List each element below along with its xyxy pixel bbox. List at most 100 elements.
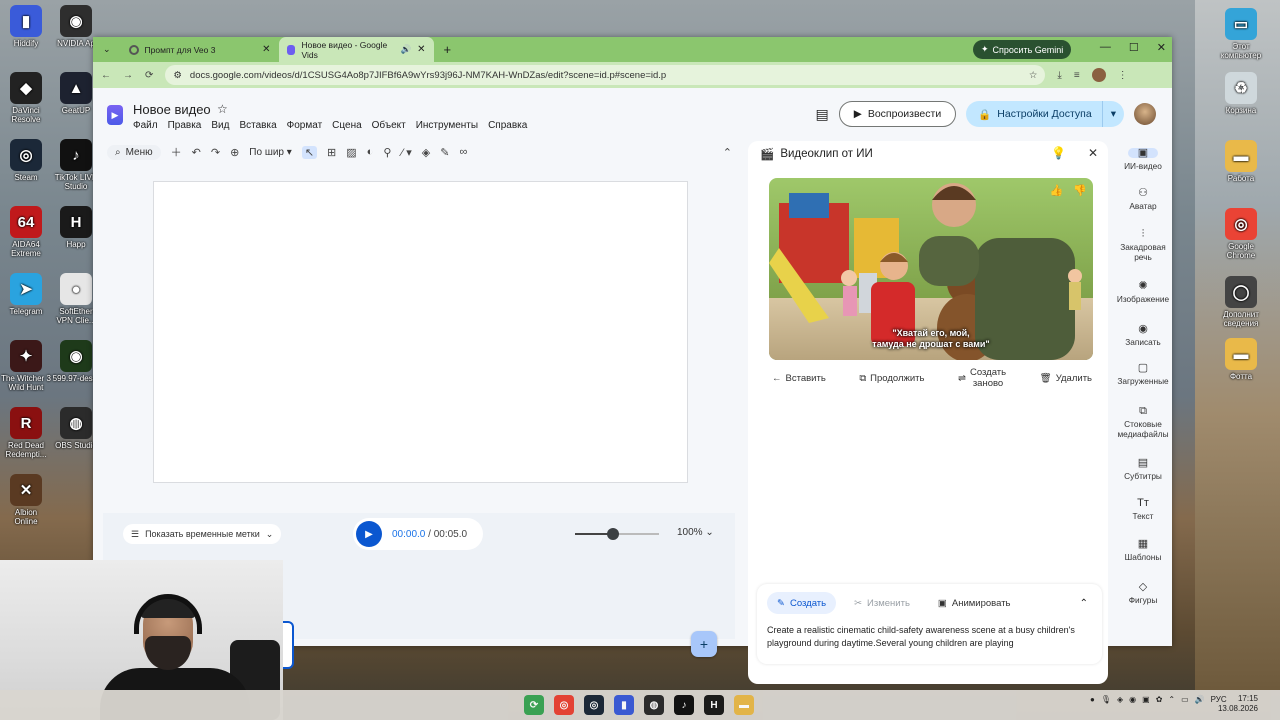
tray-app-icon[interactable]: ✿ xyxy=(1156,695,1163,704)
thumbs-down-icon[interactable]: 👎 xyxy=(1073,184,1087,197)
taskbar-refresh-icon[interactable]: ⟳ xyxy=(524,695,544,715)
menu-item[interactable]: Справка xyxy=(488,120,527,131)
slide-canvas[interactable] xyxy=(153,181,688,483)
show-timestamps-button[interactable]: ☰ Показать временные метки ⌄ xyxy=(123,524,282,544)
new-tab-icon[interactable]: + xyxy=(434,42,462,57)
regenerate-button[interactable]: ⇌ Создать заново xyxy=(958,367,1006,389)
document-title[interactable]: Новое видео xyxy=(133,102,211,117)
select-tool-icon[interactable]: ↖ xyxy=(301,145,318,159)
rail-item[interactable]: ⫶ Закадровая речь xyxy=(1108,229,1178,263)
ask-gemini-button[interactable]: ✦ Спросить Gemini xyxy=(973,40,1072,59)
taskbar-explorer-icon[interactable]: ▬ xyxy=(734,695,754,715)
tray-app-icon[interactable]: ◈ xyxy=(1117,695,1123,704)
desktop-shortcut[interactable]: ◯ Дополнит сведения xyxy=(1210,276,1272,328)
undo-icon[interactable]: ↶ xyxy=(192,146,201,159)
forward-icon[interactable]: → xyxy=(123,70,133,81)
rail-item[interactable]: ▦ Шаблоны xyxy=(1108,539,1178,563)
minimize-icon[interactable]: — xyxy=(1100,41,1111,54)
redo-icon[interactable]: ↷ xyxy=(211,146,220,159)
share-dropdown-icon[interactable]: ▾ xyxy=(1103,108,1124,120)
rail-item[interactable]: Tт Текст xyxy=(1108,498,1178,522)
media-control-icon[interactable]: ≡ xyxy=(1074,70,1080,81)
tab-animate[interactable]: ▣ Анимировать xyxy=(928,592,1021,614)
menu-item[interactable]: Инструменты xyxy=(416,120,478,131)
bookmark-star-icon[interactable]: ☆ xyxy=(1029,70,1038,81)
avatar[interactable] xyxy=(1134,103,1156,125)
url-bar[interactable]: ⚙ docs.google.com/videos/d/1CSUSG4Ao8p7J… xyxy=(165,65,1046,85)
menu-item[interactable]: Вид xyxy=(211,120,229,131)
star-icon[interactable]: ☆ xyxy=(217,102,228,116)
rail-item[interactable]: ◇ Фигуры xyxy=(1108,582,1178,606)
rail-item[interactable]: ◉ Записать xyxy=(1108,324,1178,348)
comments-icon[interactable]: ▤ xyxy=(816,106,829,123)
tray-app-icon[interactable]: ◉ xyxy=(1129,695,1136,704)
rail-item[interactable]: ✺ Изображение xyxy=(1108,281,1178,305)
slider-knob[interactable] xyxy=(607,528,619,540)
collapse-prompt-icon[interactable]: ⌃ xyxy=(1080,598,1088,609)
zoom-select[interactable]: 100% ⌄ xyxy=(677,527,714,538)
insert-button[interactable]: ← Вставить xyxy=(772,373,826,384)
border-color-icon[interactable]: ✎ xyxy=(440,146,449,159)
fill-color-icon[interactable]: ◈ xyxy=(422,146,430,159)
network-icon[interactable]: ▭ xyxy=(1181,695,1189,704)
menu-item[interactable]: Объект xyxy=(372,120,406,131)
timeline-play-button[interactable]: ▶ xyxy=(356,521,382,547)
menu-item[interactable]: Вставка xyxy=(239,120,276,131)
menu-item[interactable]: Сцена xyxy=(332,120,361,131)
lightbulb-icon[interactable]: 💡 xyxy=(1051,146,1066,160)
shape-icon[interactable]: ◐ xyxy=(367,146,374,158)
download-icon[interactable]: ⤓ xyxy=(1057,70,1061,81)
maximize-icon[interactable]: ☐ xyxy=(1129,41,1139,54)
rail-item[interactable]: ▤ Субтитры xyxy=(1108,458,1178,482)
desktop-shortcut[interactable]: ▬ Работа xyxy=(1210,140,1272,183)
rail-item[interactable]: ⧉ Стоковые медиафайлы xyxy=(1108,406,1178,440)
desktop-shortcut[interactable]: ✕ Albion Online xyxy=(0,474,57,526)
play-button[interactable]: ▶ Воспроизвести xyxy=(838,101,957,127)
volume-icon[interactable]: 🔊 xyxy=(1195,695,1205,704)
tab-close-icon[interactable]: ✕ xyxy=(262,44,270,55)
tray-app-icon[interactable]: ▣ xyxy=(1142,695,1150,704)
taskbar-tiktok-icon[interactable]: ♪ xyxy=(674,695,694,715)
taskbar-steam-icon[interactable]: ◎ xyxy=(584,695,604,715)
desktop-shortcut[interactable]: ▭ Этот компьютер xyxy=(1210,8,1272,60)
tab-edit[interactable]: ✂ Изменить xyxy=(844,592,920,614)
desktop-shortcut[interactable]: ◎ Google Chrome xyxy=(1210,208,1272,260)
generated-video-preview[interactable]: 👍 👎 "Хватай его, мой, тамуда не дрошат с… xyxy=(769,178,1093,360)
vids-logo-icon[interactable]: ▶ xyxy=(107,105,123,125)
tab-vids[interactable]: Новое видео - Google Vids 🔊 ✕ xyxy=(278,37,434,62)
text-box-icon[interactable]: ⊞ xyxy=(327,146,336,159)
fit-select[interactable]: По шир ▾ xyxy=(249,147,292,158)
add-scene-button[interactable]: + xyxy=(691,631,717,657)
close-panel-icon[interactable]: ✕ xyxy=(1088,146,1098,160)
continue-button[interactable]: ⧉ Продолжить xyxy=(859,373,924,384)
taskbar-obs-icon[interactable]: ◍ xyxy=(644,695,664,715)
site-info-icon[interactable]: ⚙ xyxy=(173,70,182,81)
thumbs-up-icon[interactable]: 👍 xyxy=(1050,184,1064,197)
image-icon[interactable]: ▨ xyxy=(346,146,356,159)
menu-item[interactable]: Формат xyxy=(287,120,323,131)
menu-search[interactable]: ⌕ Меню xyxy=(107,144,161,160)
tab-prompt[interactable]: Промпт для Veo 3 ✕ xyxy=(121,37,279,62)
desktop-shortcut[interactable]: ♻ Корзина xyxy=(1210,72,1272,115)
taskbar-happ-icon[interactable]: H xyxy=(704,695,724,715)
tray-mic-icon[interactable]: 🎙 xyxy=(1101,695,1111,704)
reload-icon[interactable]: ⟳ xyxy=(145,70,153,81)
share-button[interactable]: 🔒 Настройки Доступа ▾ xyxy=(966,101,1124,127)
profile-icon[interactable] xyxy=(1091,68,1106,82)
browser-menu-icon[interactable]: ⋮ xyxy=(1118,70,1128,81)
clock[interactable]: 17:15 13.08.2026 xyxy=(1218,694,1258,714)
timeline-zoom-slider[interactable] xyxy=(575,528,659,540)
delete-button[interactable]: 🗑 Удалить xyxy=(1040,373,1092,384)
close-window-icon[interactable]: ✕ xyxy=(1157,41,1166,54)
tab-create[interactable]: ✎ Создать xyxy=(767,592,837,614)
zoom-icon[interactable]: ⊕ xyxy=(230,146,239,159)
add-icon[interactable]: ＋ xyxy=(171,144,182,160)
tab-search-chevron-icon[interactable]: ⌄ xyxy=(93,44,121,55)
tab-close-icon[interactable]: ✕ xyxy=(417,44,425,55)
taskbar-chrome-icon[interactable]: ◎ xyxy=(554,695,574,715)
link-icon[interactable]: ∞ xyxy=(459,146,467,158)
desktop-shortcut[interactable]: ▬ Фотта xyxy=(1210,338,1272,381)
collapse-toolbar-icon[interactable]: ⌃ xyxy=(723,146,732,159)
paint-format-icon[interactable]: ⚲ xyxy=(383,146,391,159)
rail-item[interactable]: ▣ ИИ-видео xyxy=(1108,148,1178,172)
